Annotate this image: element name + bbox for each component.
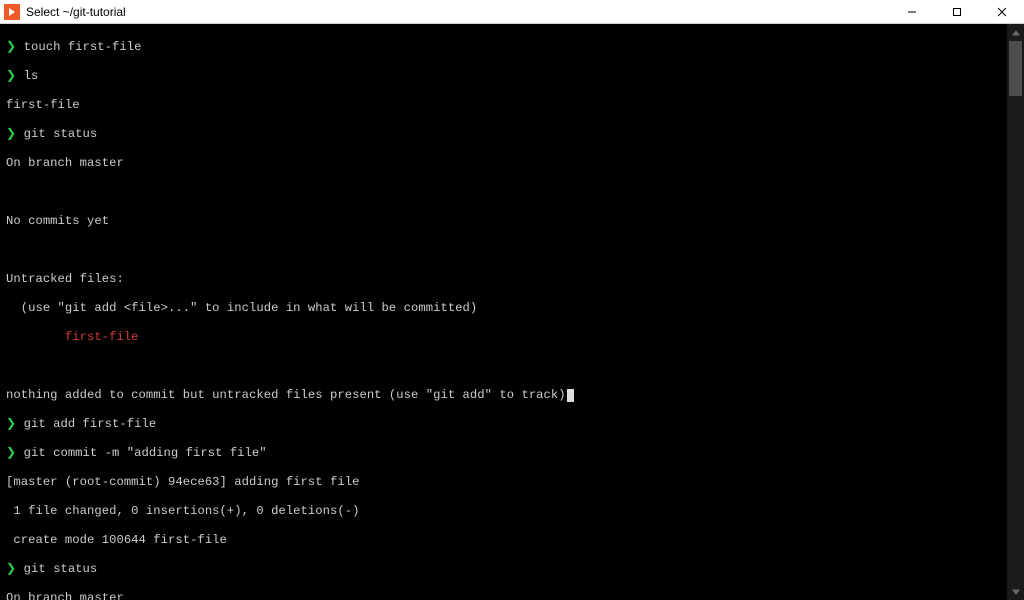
output-line: nothing added to commit but untracked fi… <box>6 388 1024 403</box>
maximize-button[interactable] <box>934 0 979 23</box>
output-line-untracked: first-file <box>6 330 1024 345</box>
window-controls <box>889 0 1024 23</box>
prompt-char: ❯ <box>6 562 16 576</box>
prompt-char: ❯ <box>6 417 16 431</box>
output-line: first-file <box>6 98 1024 113</box>
terminal-area[interactable]: ❯ touch first-file ❯ ls first-file ❯ git… <box>0 24 1024 600</box>
prompt-char: ❯ <box>6 40 16 54</box>
cmd-line: git add first-file <box>24 417 157 431</box>
cmd-line: git commit -m "adding first file" <box>24 446 267 460</box>
blank-line <box>6 243 1024 258</box>
prompt-char: ❯ <box>6 69 16 83</box>
scroll-thumb[interactable] <box>1009 41 1022 96</box>
cmd-line: git status <box>24 127 98 141</box>
window-title: Select ~/git-tutorial <box>26 5 126 19</box>
minimize-button[interactable] <box>889 0 934 23</box>
cmd-line: ls <box>24 69 39 83</box>
blank-line <box>6 185 1024 200</box>
output-line: create mode 100644 first-file <box>6 533 1024 548</box>
app-icon <box>4 4 20 20</box>
cmd-line: touch first-file <box>24 40 142 54</box>
vertical-scrollbar[interactable] <box>1007 24 1024 600</box>
window-titlebar: Select ~/git-tutorial <box>0 0 1024 24</box>
scroll-track[interactable] <box>1007 41 1024 583</box>
blank-line <box>6 359 1024 374</box>
output-line: [master (root-commit) 94ece63] adding fi… <box>6 475 1024 490</box>
cursor-block <box>567 389 574 402</box>
output-line: (use "git add <file>..." to include in w… <box>6 301 1024 316</box>
output-line: No commits yet <box>6 214 1024 229</box>
prompt-char: ❯ <box>6 127 16 141</box>
prompt-char: ❯ <box>6 446 16 460</box>
terminal-output: ❯ touch first-file ❯ ls first-file ❯ git… <box>0 24 1024 600</box>
close-button[interactable] <box>979 0 1024 23</box>
scroll-up-button[interactable] <box>1007 24 1024 41</box>
output-line: Untracked files: <box>6 272 1024 287</box>
output-line: 1 file changed, 0 insertions(+), 0 delet… <box>6 504 1024 519</box>
scroll-down-button[interactable] <box>1007 583 1024 600</box>
cmd-line: git status <box>24 562 98 576</box>
output-line: On branch master <box>6 591 1024 600</box>
output-line: On branch master <box>6 156 1024 171</box>
